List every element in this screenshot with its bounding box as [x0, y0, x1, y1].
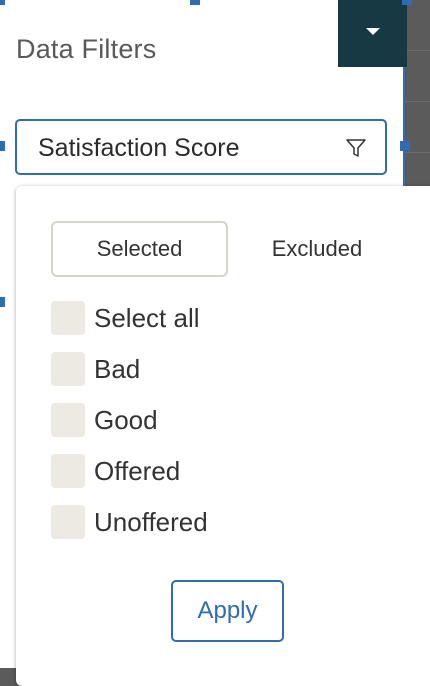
- resize-handle-middle-right[interactable]: [400, 141, 410, 151]
- checkbox[interactable]: [51, 505, 85, 539]
- option-offered[interactable]: Offered: [51, 454, 180, 488]
- checkbox[interactable]: [51, 454, 85, 488]
- apply-button[interactable]: Apply: [171, 580, 284, 642]
- tab-selected[interactable]: Selected: [51, 221, 228, 277]
- resize-handle-top-left[interactable]: [0, 0, 5, 5]
- option-label: Offered: [94, 455, 181, 486]
- option-good[interactable]: Good: [51, 403, 158, 437]
- panel-title: Data Filters: [16, 34, 157, 64]
- caret-down-icon: [365, 28, 380, 35]
- filter-icon[interactable]: [345, 137, 367, 159]
- checkbox[interactable]: [51, 301, 85, 335]
- option-label: Unoffered: [94, 506, 208, 537]
- resize-handle-middle-left[interactable]: [0, 141, 5, 151]
- filter-dropdown: Selected Excluded Select all Bad Good Of…: [16, 186, 430, 686]
- resize-handle-bottom-left[interactable]: [0, 297, 5, 307]
- option-bad[interactable]: Bad: [51, 352, 140, 386]
- panel-menu-button[interactable]: [338, 0, 407, 67]
- checkbox[interactable]: [51, 403, 85, 437]
- option-label: Good: [94, 404, 158, 435]
- filter-field-value: Satisfaction Score: [38, 134, 240, 162]
- checkbox[interactable]: [51, 352, 85, 386]
- option-label: Bad: [94, 353, 141, 384]
- option-select-all[interactable]: Select all: [51, 301, 200, 335]
- resize-handle-top-right[interactable]: [402, 0, 412, 5]
- tab-excluded[interactable]: Excluded: [244, 221, 390, 277]
- filter-field-select[interactable]: Satisfaction Score: [15, 119, 387, 175]
- option-label: Select all: [94, 302, 200, 333]
- resize-handle-top-center[interactable]: [190, 0, 200, 5]
- option-unoffered[interactable]: Unoffered: [51, 505, 208, 539]
